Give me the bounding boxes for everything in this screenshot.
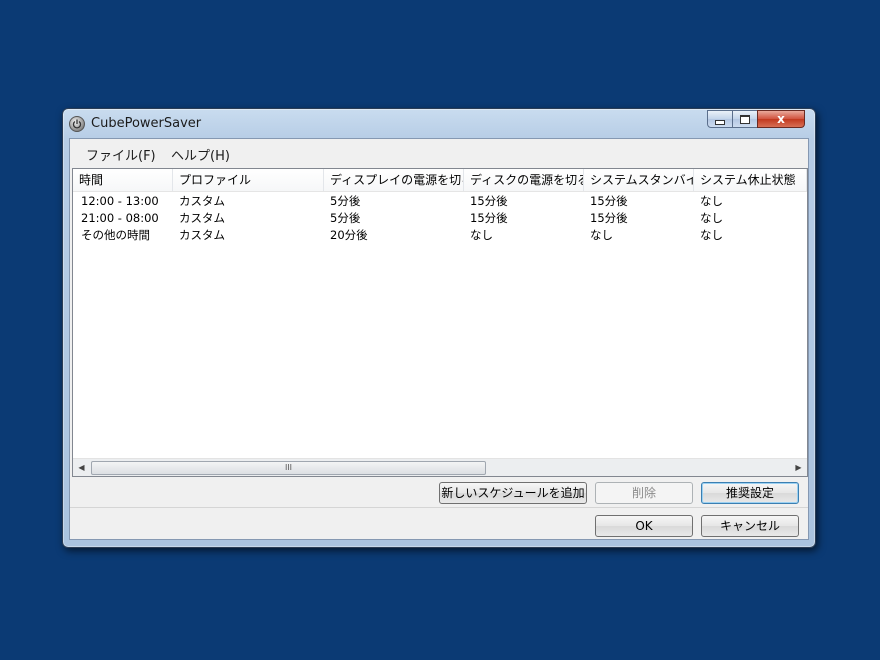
maximize-icon	[740, 114, 750, 124]
scroll-left-icon[interactable]: ◀	[73, 459, 90, 476]
minimize-button[interactable]	[707, 110, 733, 128]
column-header-standby[interactable]: システムスタンバイ	[584, 169, 694, 191]
title-bar[interactable]: CubePowerSaver x	[63, 109, 815, 139]
cell-standby: 15分後	[590, 211, 628, 225]
cell-standby: 15分後	[590, 194, 628, 208]
table-row[interactable]: 12:00 - 13:00 カスタム 5分後 15分後 15分後 なし	[73, 193, 807, 210]
cell-disk-off: なし	[470, 228, 493, 242]
list-header: 時間 プロファイル ディスプレイの電源を切る ディスクの電源を切る システムスタ…	[73, 169, 807, 192]
menu-file[interactable]: ファイル(F)	[86, 145, 156, 164]
table-row[interactable]: 21:00 - 08:00 カスタム 5分後 15分後 15分後 なし	[73, 210, 807, 227]
ok-button[interactable]: OK	[595, 515, 693, 537]
schedule-list[interactable]: 時間 プロファイル ディスプレイの電源を切る ディスクの電源を切る システムスタ…	[72, 168, 808, 477]
window-title: CubePowerSaver	[91, 116, 202, 131]
scroll-right-icon[interactable]: ▶	[790, 459, 807, 476]
scroll-grip-icon: III	[284, 463, 293, 472]
close-button[interactable]: x	[757, 110, 805, 128]
cell-profile: カスタム	[179, 194, 225, 208]
menu-bar: ファイル(F) ヘルプ(H)	[70, 139, 808, 165]
cell-display-off: 5分後	[330, 211, 361, 225]
table-row[interactable]: その他の時間 カスタム 20分後 なし なし なし	[73, 227, 807, 244]
horizontal-scrollbar[interactable]: ◀ III ▶	[73, 458, 807, 476]
scroll-thumb[interactable]: III	[91, 461, 486, 475]
column-header-profile[interactable]: プロファイル	[173, 169, 324, 191]
cell-time: その他の時間	[81, 228, 150, 242]
recommended-settings-button[interactable]: 推奨設定	[701, 482, 799, 504]
cell-hibernate: なし	[700, 211, 723, 225]
maximize-button[interactable]	[732, 110, 758, 128]
cell-profile: カスタム	[179, 228, 225, 242]
minimize-icon	[715, 119, 725, 125]
column-header-hibernate[interactable]: システム休止状態	[694, 169, 807, 191]
cell-time: 21:00 - 08:00	[81, 211, 159, 225]
cell-disk-off: 15分後	[470, 194, 508, 208]
cell-standby: なし	[590, 228, 613, 242]
cell-time: 12:00 - 13:00	[81, 194, 159, 208]
column-header-display-off[interactable]: ディスプレイの電源を切る	[324, 169, 464, 191]
add-schedule-button[interactable]: 新しいスケジュールを追加	[439, 482, 587, 504]
column-header-disk-off[interactable]: ディスクの電源を切る	[464, 169, 584, 191]
menu-help[interactable]: ヘルプ(H)	[171, 145, 230, 164]
divider	[70, 507, 808, 508]
cell-display-off: 20分後	[330, 228, 368, 242]
cell-hibernate: なし	[700, 194, 723, 208]
cell-hibernate: なし	[700, 228, 723, 242]
power-icon	[69, 116, 85, 132]
cell-profile: カスタム	[179, 211, 225, 225]
main-window: CubePowerSaver x ファイル(F) ヘルプ(H) 時間 プロファイ…	[62, 108, 816, 548]
close-icon: x	[777, 112, 785, 126]
cell-disk-off: 15分後	[470, 211, 508, 225]
column-header-time[interactable]: 時間	[73, 169, 173, 191]
client-area: ファイル(F) ヘルプ(H) 時間 プロファイル ディスプレイの電源を切る ディ…	[69, 138, 809, 540]
cancel-button[interactable]: キャンセル	[701, 515, 799, 537]
cell-display-off: 5分後	[330, 194, 361, 208]
delete-button[interactable]: 削除	[595, 482, 693, 504]
